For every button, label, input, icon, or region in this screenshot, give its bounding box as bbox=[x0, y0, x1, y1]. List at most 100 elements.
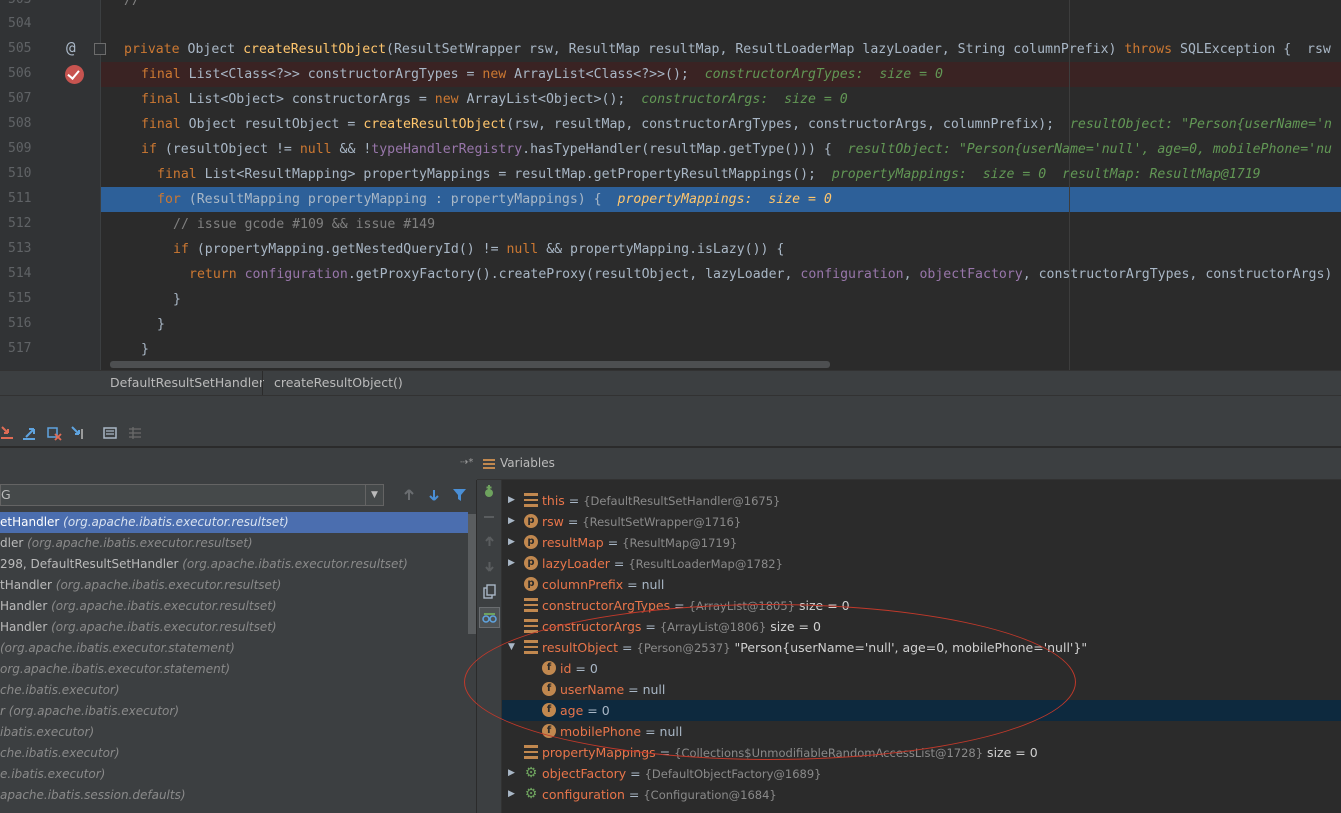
inline-debug-value: constructorArgTypes: size = 0 bbox=[688, 67, 943, 82]
restore-layout-icon[interactable]: ⇢* bbox=[460, 457, 473, 468]
frame-method: 298, DefaultResultSetHandler bbox=[0, 557, 183, 571]
stack-frame[interactable]: tHandler (org.apache.ibatis.executor.res… bbox=[0, 575, 468, 596]
code-line[interactable]: final Object resultObject = createResult… bbox=[101, 112, 1341, 137]
evaluate-expression-icon[interactable] bbox=[102, 425, 118, 441]
frame-list[interactable]: etHandler (org.apache.ibatis.executor.re… bbox=[0, 512, 468, 813]
code-editor[interactable]: 503 504 505@ 506 507 508 509 510 511 512… bbox=[0, 0, 1341, 370]
gutter-line: 507 bbox=[8, 91, 32, 106]
frame-package: che.ibatis.executor) bbox=[0, 683, 120, 697]
variable-row-columnPrefix[interactable]: p columnPrefix = null bbox=[502, 574, 1341, 595]
stack-frame[interactable]: apache.ibatis.session.defaults) bbox=[0, 785, 468, 806]
frames-scrollbar[interactable] bbox=[468, 514, 476, 634]
step-into-icon[interactable] bbox=[0, 425, 16, 441]
code-line[interactable]: final List<Object> constructorArgs = new… bbox=[101, 87, 1341, 112]
variable-row-rsw[interactable]: ▶ p rsw = {ResultSetWrapper@1716} bbox=[502, 511, 1341, 532]
run-to-cursor-icon[interactable] bbox=[70, 425, 86, 441]
trace-icon[interactable] bbox=[127, 425, 143, 441]
code-line[interactable]: } bbox=[101, 337, 1341, 362]
expand-triangle-icon[interactable]: ▶ bbox=[508, 553, 515, 574]
frame-package: (org.apache.ibatis.executor.statement) bbox=[0, 641, 235, 655]
editor-gutter[interactable]: 503 504 505@ 506 507 508 509 510 511 512… bbox=[0, 0, 106, 370]
stack-frame[interactable]: (org.apache.ibatis.executor.statement) bbox=[0, 638, 468, 659]
step-out-icon[interactable] bbox=[22, 425, 38, 441]
object-list-icon bbox=[524, 745, 538, 759]
object-list-icon bbox=[524, 598, 538, 612]
variables-header: Variables bbox=[477, 448, 1341, 480]
glasses-icon bbox=[482, 613, 497, 623]
expand-triangle-icon[interactable]: ▶ bbox=[508, 511, 515, 532]
code-line[interactable]: } bbox=[101, 287, 1341, 312]
override-at-icon[interactable]: @ bbox=[66, 38, 76, 57]
frame-package: (org.apache.ibatis.executor.resultset) bbox=[55, 578, 282, 592]
code-line[interactable]: return configuration.getProxyFactory().c… bbox=[101, 262, 1341, 287]
show-objects-toggle[interactable] bbox=[479, 607, 500, 628]
horizontal-scrollbar[interactable] bbox=[110, 361, 830, 368]
gutter-line: 509 bbox=[8, 141, 32, 156]
frame-package: (org.apache.ibatis.executor.resultset) bbox=[51, 599, 277, 613]
chevron-down-icon[interactable]: ▼ bbox=[365, 485, 383, 505]
move-down-icon[interactable] bbox=[483, 560, 496, 573]
stack-frame[interactable]: Handler (org.apache.ibatis.executor.resu… bbox=[0, 596, 468, 617]
stack-frame[interactable]: etHandler (org.apache.ibatis.executor.re… bbox=[0, 512, 468, 533]
expand-triangle-icon[interactable]: ▶ bbox=[508, 490, 515, 511]
stack-frame[interactable]: che.ibatis.executor) bbox=[0, 743, 468, 764]
stack-frame[interactable]: 298, DefaultResultSetHandler (org.apache… bbox=[0, 554, 468, 575]
variable-name: resultMap bbox=[542, 535, 604, 550]
variable-type: {ResultLoaderMap@1782} bbox=[628, 557, 783, 571]
variable-text: this = {DefaultResultSetHandler@1675} bbox=[542, 490, 780, 512]
frame-package: org.apache.ibatis.executor.statement) bbox=[0, 662, 231, 676]
inline-debug-value: resultObject: "Person{userName='null', a… bbox=[831, 142, 1332, 157]
new-watch-icon[interactable] bbox=[482, 484, 497, 499]
stack-frame[interactable]: ibatis.executor) bbox=[0, 722, 468, 743]
current-execution-line[interactable]: for (ResultMapping propertyMapping : pro… bbox=[101, 187, 1341, 212]
code-line[interactable]: final List<ResultMapping> propertyMappin… bbox=[101, 162, 1341, 187]
variable-row-this[interactable]: ▶ this = {DefaultResultSetHandler@1675} bbox=[502, 490, 1341, 511]
parameter-icon: p bbox=[524, 577, 538, 591]
inline-debug-value: propertyMappings: size = 0 resultMap: Re… bbox=[816, 167, 1261, 182]
gutter-line: 506 bbox=[0, 62, 101, 87]
variable-row-configuration[interactable]: ▶ ⚙ configuration = {Configuration@1684} bbox=[502, 784, 1341, 805]
code-line[interactable]: } bbox=[101, 312, 1341, 337]
breakpoint-icon[interactable] bbox=[65, 65, 84, 84]
breakpoint-code-line[interactable]: final List<Class<?>> constructorArgTypes… bbox=[101, 62, 1341, 87]
variable-row-objectFactory[interactable]: ▶ ⚙ objectFactory = {DefaultObjectFactory@… bbox=[502, 763, 1341, 784]
frames-panel: ⇢* G ▼ etHandler (org.apache.ibatis.exec… bbox=[0, 448, 477, 813]
stack-frame[interactable]: r (org.apache.ibatis.executor) bbox=[0, 701, 468, 722]
stack-frame[interactable]: che.ibatis.executor) bbox=[0, 680, 468, 701]
code-line[interactable]: // issue gcode #109 && issue #149 bbox=[101, 212, 1341, 237]
breadcrumb-class[interactable]: DefaultResultSetHandler bbox=[110, 375, 264, 390]
thread-selector[interactable]: G ▼ bbox=[0, 484, 384, 506]
arrow-up-icon[interactable] bbox=[402, 488, 416, 502]
drop-frame-icon[interactable] bbox=[46, 425, 62, 441]
move-up-icon[interactable] bbox=[483, 535, 496, 548]
parameter-icon: p bbox=[524, 556, 538, 570]
stack-frame[interactable]: e.ibatis.executor) bbox=[0, 764, 468, 785]
breadcrumb-method[interactable]: createResultObject() bbox=[274, 375, 403, 390]
variable-text: resultMap = {ResultMap@1719} bbox=[542, 532, 737, 554]
variable-row-lazyLoader[interactable]: ▶ p lazyLoader = {ResultLoaderMap@1782} bbox=[502, 553, 1341, 574]
gutter-line: 504 bbox=[8, 16, 32, 31]
gutter-line: 510 bbox=[8, 166, 32, 181]
variable-text: lazyLoader = {ResultLoaderMap@1782} bbox=[542, 553, 783, 575]
variable-row-resultMap[interactable]: ▶ p resultMap = {ResultMap@1719} bbox=[502, 532, 1341, 553]
remove-watch-icon[interactable] bbox=[484, 516, 494, 518]
frame-package: (org.apache.ibatis.executor.resultset) bbox=[182, 557, 408, 571]
stack-frame[interactable]: dler (org.apache.ibatis.executor.results… bbox=[0, 533, 468, 554]
object-field-icon: ⚙ bbox=[524, 765, 538, 781]
variable-type: {DefaultObjectFactory@1689} bbox=[644, 767, 822, 781]
gutter-line: 517 bbox=[8, 341, 32, 356]
variable-text: rsw = {ResultSetWrapper@1716} bbox=[542, 511, 741, 533]
code-line[interactable]: if (resultObject != null && !typeHandler… bbox=[101, 137, 1341, 162]
filter-icon[interactable] bbox=[452, 488, 467, 502]
code-line[interactable]: if (propertyMapping.getNestedQueryId() !… bbox=[101, 237, 1341, 262]
arrow-down-icon[interactable] bbox=[427, 488, 441, 502]
code-line[interactable] bbox=[101, 12, 1341, 37]
stack-frame[interactable]: org.apache.ibatis.executor.statement) bbox=[0, 659, 468, 680]
expand-triangle-icon[interactable]: ▶ bbox=[508, 763, 515, 784]
copy-icon[interactable] bbox=[482, 584, 497, 599]
expand-triangle-icon[interactable]: ▶ bbox=[508, 784, 515, 805]
frame-package: e.ibatis.executor) bbox=[0, 767, 106, 781]
expand-triangle-icon[interactable]: ▶ bbox=[508, 532, 515, 553]
stack-frame[interactable]: Handler (org.apache.ibatis.executor.resu… bbox=[0, 617, 468, 638]
code-line[interactable]: private Object createResultObject(Result… bbox=[101, 37, 1341, 62]
